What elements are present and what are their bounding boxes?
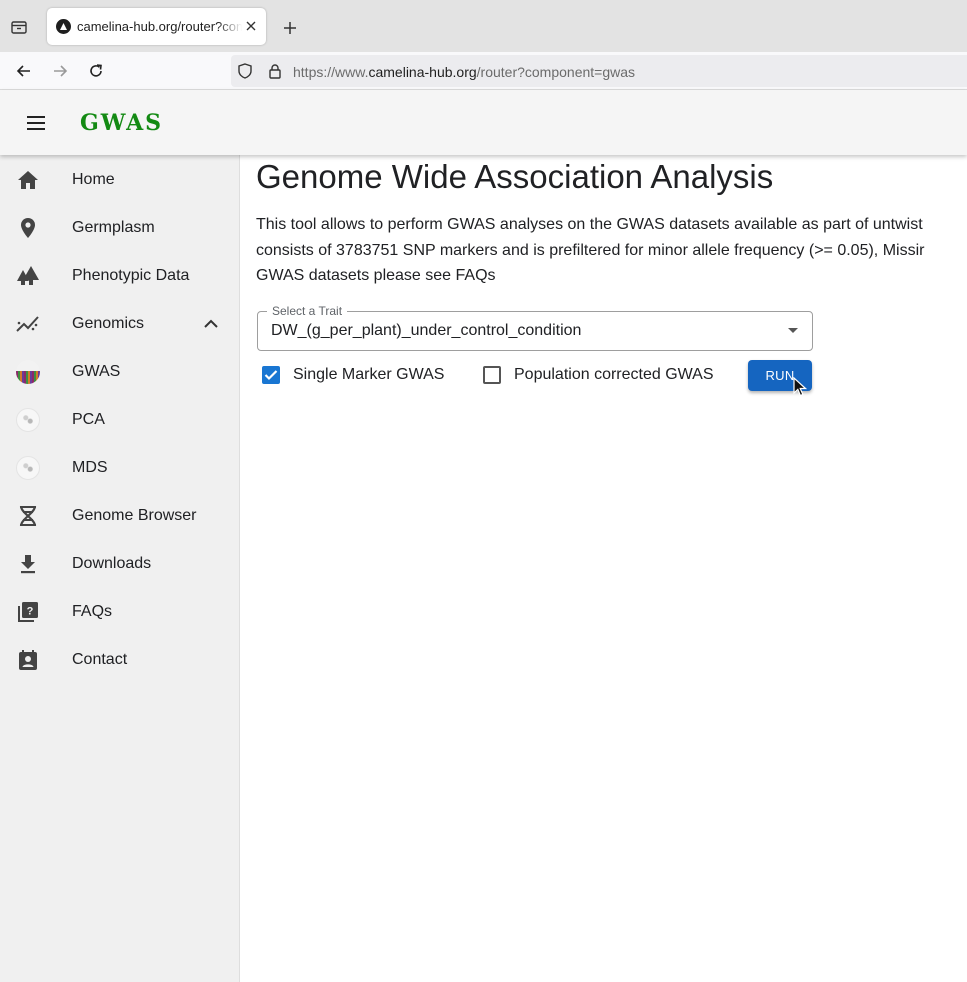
pca-thumbnail-icon <box>16 408 40 432</box>
app-bar: GWAS <box>0 90 967 155</box>
lock-icon[interactable] <box>267 63 283 79</box>
mds-thumbnail-icon <box>16 456 40 480</box>
sidebar-item-label: FAQs <box>72 603 113 620</box>
quiz-icon: ? <box>16 600 40 624</box>
browser-tab-bar: camelina-hub.org/router?component=gwas <box>0 0 967 52</box>
download-icon <box>16 552 40 576</box>
new-tab-icon[interactable] <box>280 18 300 38</box>
url-text[interactable]: https://www.camelina-hub.org/router?comp… <box>293 64 635 80</box>
chevron-up-icon[interactable] <box>199 312 223 336</box>
url-host: camelina-hub.org <box>368 64 477 80</box>
sidebar-item-label: Germplasm <box>72 219 155 236</box>
shield-icon[interactable] <box>237 63 253 79</box>
main-content: Genome Wide Association Analysis This to… <box>240 155 967 982</box>
url-prefix: https://www. <box>293 64 369 80</box>
sidebar-item-mds[interactable]: MDS <box>0 444 239 492</box>
trait-select-value: DW_(g_per_plant)_under_control_condition <box>271 322 582 339</box>
sidebar-item-label: Home <box>72 171 115 188</box>
url-bar[interactable]: https://www.camelina-hub.org/router?comp… <box>231 55 967 87</box>
population-corrected-gwas-label: Population corrected GWAS <box>514 366 714 383</box>
home-icon <box>16 168 40 192</box>
sidebar-item-home[interactable]: Home <box>0 156 239 204</box>
trait-select[interactable]: Select a Trait DW_(g_per_plant)_under_co… <box>257 304 813 351</box>
sidebar-item-gwas[interactable]: GWAS <box>0 348 239 396</box>
description-line: This tool allows to perform GWAS analyse… <box>256 216 923 233</box>
sidebar-item-label: Phenotypic Data <box>72 267 190 284</box>
dropdown-arrow-icon[interactable] <box>785 323 801 339</box>
chart-line-icon <box>16 312 40 336</box>
description-line: GWAS datasets please see FAQs <box>256 267 496 284</box>
page-title: Genome Wide Association Analysis <box>256 158 774 195</box>
sidebar-item-label: Genomics <box>72 315 145 332</box>
sidebar-item-label: Contact <box>72 651 128 668</box>
sidebar-item-germplasm[interactable]: Germplasm <box>0 204 239 252</box>
contact-icon <box>16 648 40 672</box>
back-arrow-icon[interactable] <box>14 61 34 81</box>
sidebar-item-faqs[interactable]: ? FAQs <box>0 588 239 636</box>
trait-select-label: Select a Trait <box>267 304 348 318</box>
sidebar-item-label: PCA <box>72 411 105 428</box>
tab-list-icon[interactable] <box>8 16 30 38</box>
url-path: /router?component=gwas <box>476 64 636 80</box>
sidebar-item-genome-browser[interactable]: Genome Browser <box>0 492 239 540</box>
tab-close-icon[interactable] <box>243 18 259 34</box>
reload-icon[interactable] <box>86 61 106 81</box>
sidebar-item-downloads[interactable]: Downloads <box>0 540 239 588</box>
hamburger-menu-icon[interactable] <box>24 111 48 135</box>
population-corrected-gwas-option[interactable]: Population corrected GWAS <box>483 364 733 386</box>
sidebar-item-label: Genome Browser <box>72 507 197 524</box>
mouse-cursor-icon <box>793 377 807 397</box>
sidebar-item-contact[interactable]: Contact <box>0 636 239 684</box>
sidebar-item-phenotypic-data[interactable]: Phenotypic Data <box>0 252 239 300</box>
location-pin-icon <box>16 216 40 240</box>
sidebar-item-label: MDS <box>72 459 108 476</box>
site-favicon-icon <box>56 19 71 34</box>
sidebar-item-label: Downloads <box>72 555 152 572</box>
sidebar-item-label: GWAS <box>72 363 121 380</box>
dna-icon <box>16 504 40 528</box>
single-marker-gwas-checkbox[interactable] <box>262 366 280 384</box>
tab-title: camelina-hub.org/router?component=gwas <box>77 19 242 34</box>
single-marker-gwas-label: Single Marker GWAS <box>293 366 445 383</box>
svg-text:?: ? <box>27 606 34 618</box>
sidebar: Home Germplasm Phenotypic Data Genomics … <box>0 155 240 982</box>
browser-tab-active[interactable]: camelina-hub.org/router?component=gwas <box>47 8 266 45</box>
app-title: GWAS <box>80 110 164 136</box>
browser-nav-bar: https://www.camelina-hub.org/router?comp… <box>0 52 967 90</box>
population-corrected-gwas-checkbox[interactable] <box>483 366 501 384</box>
sidebar-item-genomics[interactable]: Genomics <box>0 300 239 348</box>
sidebar-item-pca[interactable]: PCA <box>0 396 239 444</box>
trees-icon <box>16 264 40 288</box>
single-marker-gwas-option[interactable]: Single Marker GWAS <box>262 364 462 386</box>
forward-arrow-icon[interactable] <box>50 61 70 81</box>
description-line: consists of 3783751 SNP markers and is p… <box>256 242 925 259</box>
gwas-thumbnail-icon <box>16 360 40 384</box>
